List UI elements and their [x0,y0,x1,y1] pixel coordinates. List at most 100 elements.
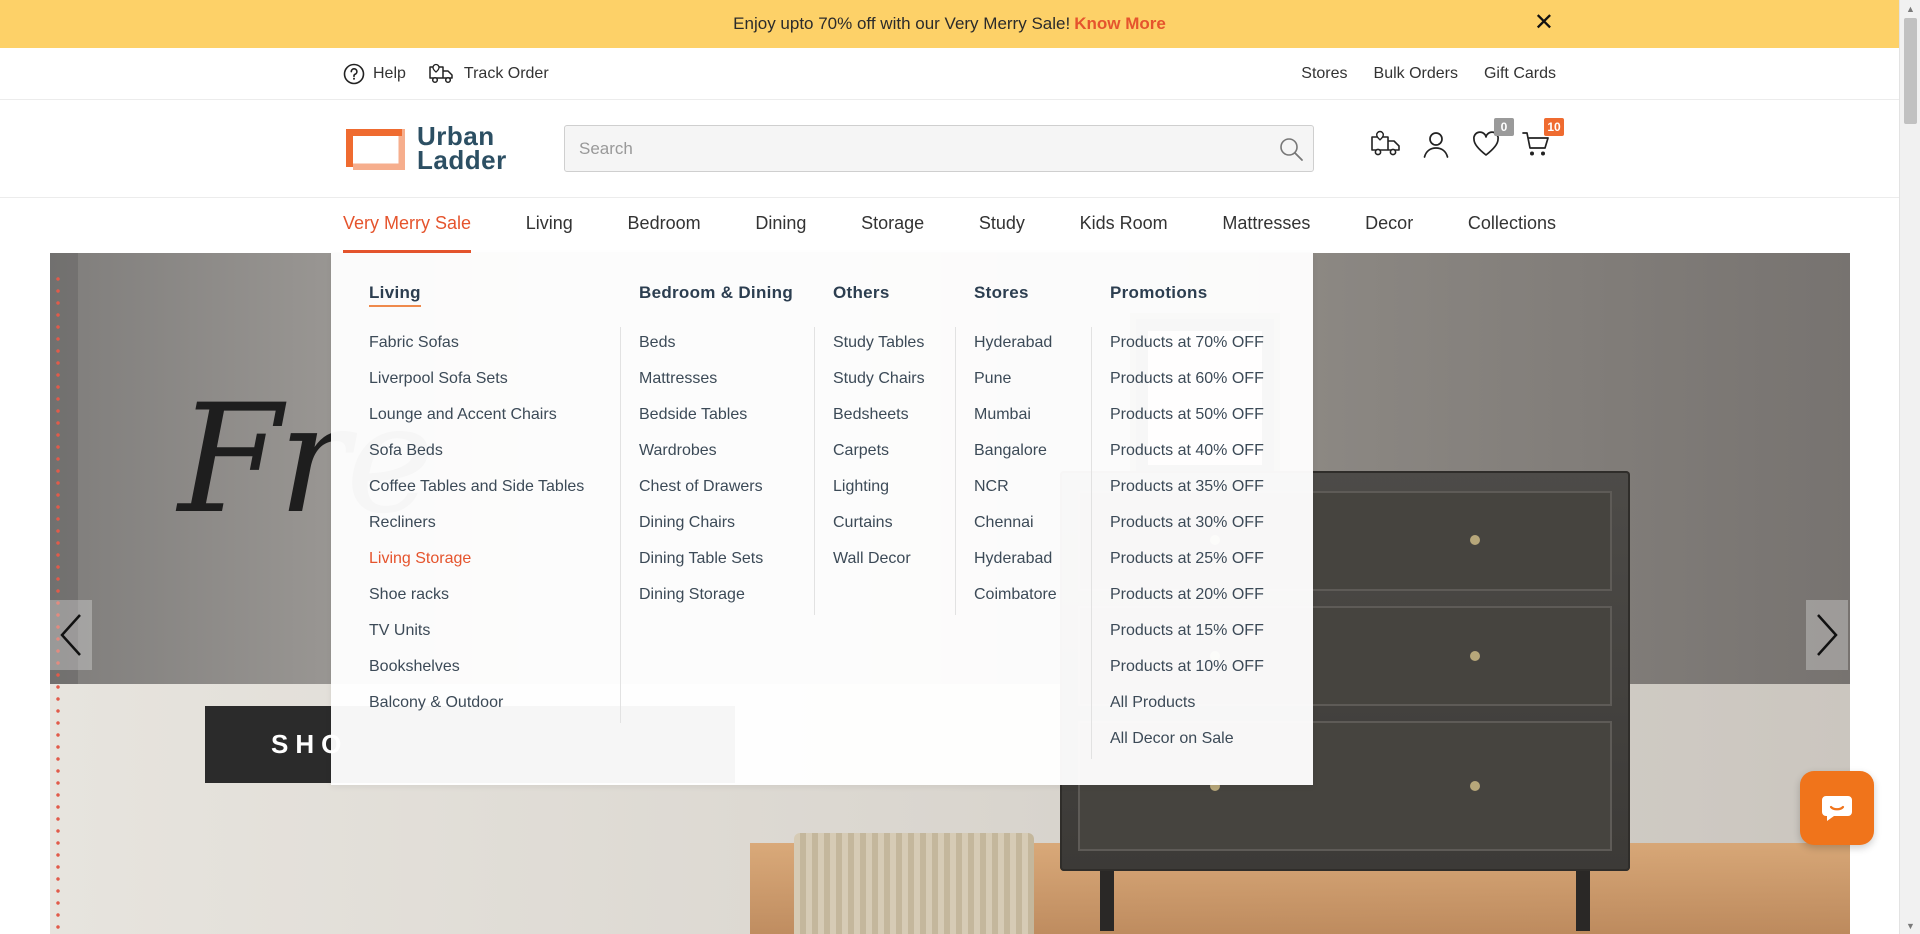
nav-study[interactable]: Study [979,198,1025,253]
menu-item[interactable]: Products at 15% OFF [1110,615,1264,651]
hero-basket-image [794,833,1034,934]
menu-item[interactable]: Study Tables [833,327,925,363]
menu-item[interactable]: Wall Decor [833,543,925,579]
gift-cards-link[interactable]: Gift Cards [1484,65,1556,83]
menu-column-bedroom-dining: Bedroom & Dining Beds Mattresses Bedside… [639,283,793,615]
menu-heading-stores[interactable]: Stores [974,283,1029,307]
menu-item[interactable]: Carpets [833,435,925,471]
promo-text: Enjoy upto 70% off with our Very Merry S… [733,14,1071,33]
wishlist-button[interactable]: 0 [1470,118,1514,160]
carousel-prev-button[interactable] [50,600,92,670]
menu-item[interactable]: Mumbai [974,399,1057,435]
nav-storage[interactable]: Storage [861,198,924,253]
cart-count-badge: 10 [1544,118,1564,136]
track-order-header-button[interactable] [1370,128,1402,160]
menu-item[interactable]: Products at 20% OFF [1110,579,1264,615]
menu-item[interactable]: Shoe racks [369,579,584,615]
menu-column-living: Living Fabric Sofas Liverpool Sofa Sets … [369,283,584,723]
cart-button[interactable]: 10 [1520,118,1564,160]
brand-logo[interactable]: Urban Ladder [343,123,507,173]
mega-menu: Living Fabric Sofas Liverpool Sofa Sets … [331,253,1313,785]
menu-item[interactable]: Liverpool Sofa Sets [369,363,584,399]
nav-bedroom[interactable]: Bedroom [628,198,701,253]
menu-item[interactable]: Chest of Drawers [639,471,793,507]
close-icon[interactable]: ✕ [1534,11,1554,35]
menu-item[interactable]: Beds [639,327,793,363]
stores-link[interactable]: Stores [1301,65,1347,83]
menu-item[interactable]: Study Chairs [833,363,925,399]
chat-widget-button[interactable] [1800,771,1874,845]
menu-item[interactable]: NCR [974,471,1057,507]
menu-item-hovered[interactable]: Living Storage [369,543,584,579]
menu-column-stores: Stores Hyderabad Pune Mumbai Bangalore N… [974,283,1057,615]
menu-item[interactable]: All Decor on Sale [1110,723,1264,759]
scroll-down-arrow-icon[interactable]: ▼ [1900,917,1920,934]
nav-dining[interactable]: Dining [755,198,806,253]
menu-item[interactable]: Products at 25% OFF [1110,543,1264,579]
logo-mark-icon [346,129,405,170]
menu-column-others: Others Study Tables Study Chairs Bedshee… [833,283,925,579]
menu-item[interactable]: Products at 70% OFF [1110,327,1264,363]
account-button[interactable] [1420,128,1452,160]
nav-living[interactable]: Living [526,198,573,253]
menu-item[interactable]: Fabric Sofas [369,327,584,363]
menu-item[interactable]: Products at 50% OFF [1110,399,1264,435]
menu-item[interactable]: Coimbatore [974,579,1057,615]
menu-item[interactable]: Hyderabad [974,327,1057,363]
menu-item[interactable]: Dining Table Sets [639,543,793,579]
search-input[interactable] [565,126,1269,171]
menu-item[interactable]: Mattresses [639,363,793,399]
bulk-orders-link[interactable]: Bulk Orders [1374,65,1458,83]
menu-item[interactable]: Dining Chairs [639,507,793,543]
help-label: Help [373,65,406,82]
menu-item[interactable]: Products at 35% OFF [1110,471,1264,507]
menu-item[interactable]: All Products [1110,687,1264,723]
menu-divider [620,327,621,723]
menu-item[interactable]: Dining Storage [639,579,793,615]
menu-item[interactable]: Hyderabad [974,543,1057,579]
carousel-next-button[interactable] [1806,600,1848,670]
menu-item[interactable]: TV Units [369,615,584,651]
menu-item[interactable]: Coffee Tables and Side Tables [369,471,584,507]
nav-collections[interactable]: Collections [1468,198,1556,253]
help-circle-icon [343,63,365,85]
menu-item[interactable]: Bedsheets [833,399,925,435]
menu-item[interactable]: Products at 30% OFF [1110,507,1264,543]
menu-heading-living[interactable]: Living [369,283,421,307]
search-icon[interactable] [1269,127,1313,171]
track-order-link[interactable]: Track Order [428,62,549,86]
menu-divider [1091,327,1092,759]
scroll-up-arrow-icon[interactable]: ▲ [1900,0,1920,17]
menu-item[interactable]: Lighting [833,471,925,507]
menu-item[interactable]: Curtains [833,507,925,543]
track-order-label: Track Order [463,65,549,82]
menu-item[interactable]: Bedside Tables [639,399,793,435]
menu-item[interactable]: Bangalore [974,435,1057,471]
menu-item[interactable]: Recliners [369,507,584,543]
nav-decor[interactable]: Decor [1365,198,1413,253]
menu-item[interactable]: Sofa Beds [369,435,584,471]
menu-heading-promotions[interactable]: Promotions [1110,283,1207,307]
menu-item[interactable]: Products at 40% OFF [1110,435,1264,471]
menu-item[interactable]: Pune [974,363,1057,399]
menu-item[interactable]: Balcony & Outdoor [369,687,584,723]
menu-item[interactable]: Bookshelves [369,651,584,687]
menu-column-promotions: Promotions Products at 70% OFF Products … [1110,283,1264,759]
menu-item[interactable]: Wardrobes [639,435,793,471]
menu-item[interactable]: Lounge and Accent Chairs [369,399,584,435]
chat-bubble-icon [1822,796,1852,821]
chevron-left-icon [60,614,81,656]
menu-item[interactable]: Products at 10% OFF [1110,651,1264,687]
menu-heading-bedroom-dining[interactable]: Bedroom & Dining [639,283,793,307]
menu-item[interactable]: Chennai [974,507,1057,543]
truck-icon [429,63,453,84]
nav-mattresses[interactable]: Mattresses [1222,198,1310,253]
page-scrollbar[interactable]: ▲ ▼ [1899,0,1920,934]
know-more-link[interactable]: Know More [1074,14,1166,34]
menu-heading-others[interactable]: Others [833,283,890,307]
help-link[interactable]: Help [343,63,406,85]
menu-item[interactable]: Products at 60% OFF [1110,363,1264,399]
nav-very-merry-sale[interactable]: Very Merry Sale [343,198,472,253]
scrollbar-thumb[interactable] [1904,18,1917,124]
nav-kids-room[interactable]: Kids Room [1080,198,1168,253]
